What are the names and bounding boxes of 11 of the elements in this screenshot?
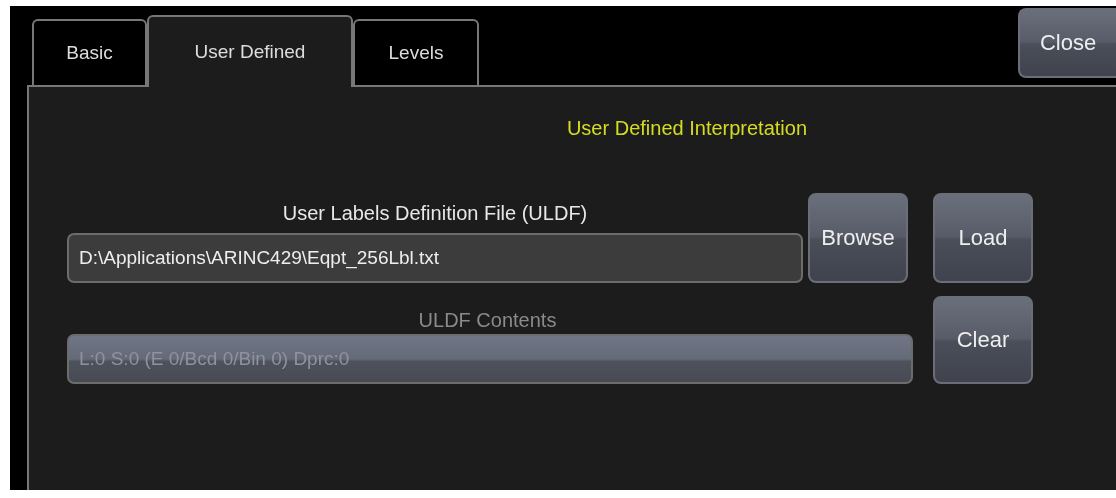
clear-button[interactable]: Clear xyxy=(933,296,1033,384)
field-label: ULDF Contents xyxy=(417,309,558,332)
tab[interactable]: Levels xyxy=(353,19,479,85)
panel-title: User Defined Interpretation xyxy=(565,117,809,140)
field-label: User Labels Definition File (ULDF) xyxy=(281,201,589,225)
browse-button[interactable]: Browse xyxy=(808,193,908,283)
tab[interactable]: Basic xyxy=(32,19,147,85)
tab[interactable]: User Defined xyxy=(147,15,353,87)
close-button[interactable]: Close xyxy=(1018,8,1116,78)
load-button[interactable]: Load xyxy=(933,193,1033,283)
file-path-field[interactable]: D:\Applications\ARINC429\Eqpt_256Lbl.txt xyxy=(67,233,803,283)
